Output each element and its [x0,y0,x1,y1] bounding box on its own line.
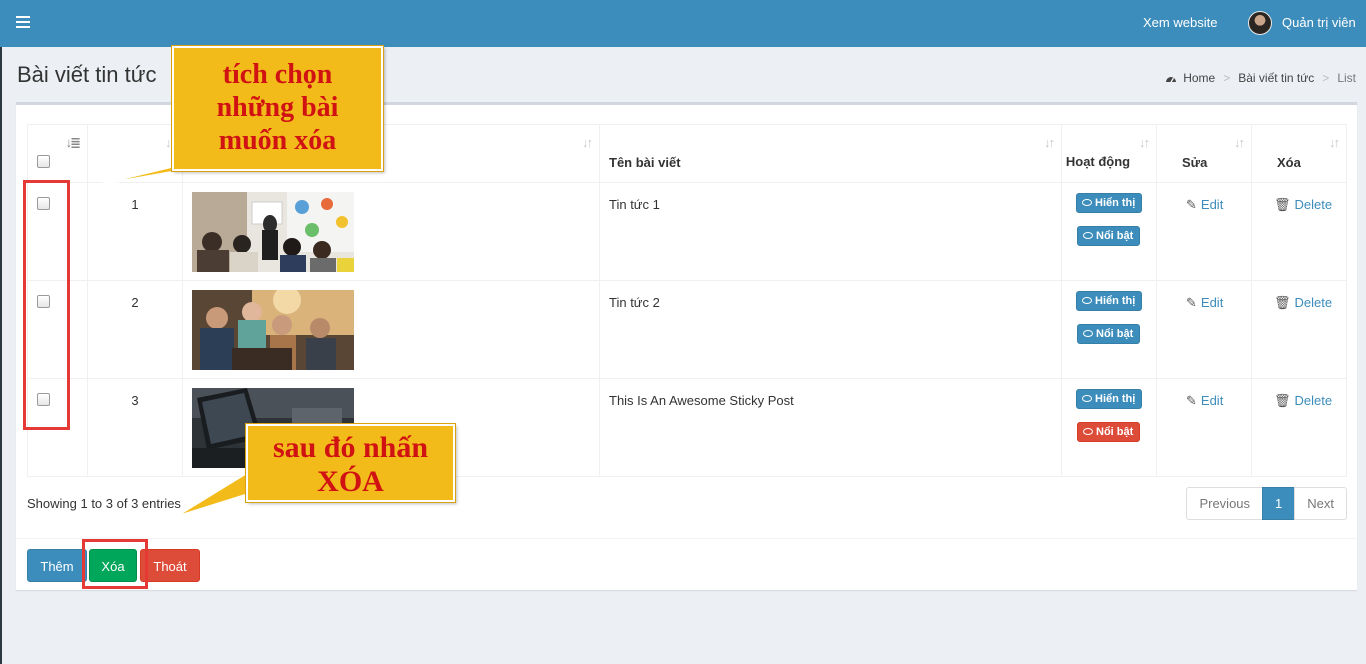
trash-icon: 🗑 [1274,295,1291,310]
pencil-icon: ✎ [1186,197,1197,212]
row-delete-cell: 🗑 Delete [1251,378,1347,477]
featured-toggle-button[interactable]: Nổi bật [1077,324,1141,344]
row-number: 1 [131,197,139,212]
pagination: Previous 1 Next [1186,487,1347,520]
row-edit-cell: ✎ Edit [1156,280,1252,379]
news-table: ↓≣ ↓↑ ↓↑ Tên bài viết ↓↑ Hoạt động ↓↑ Sử… [27,124,1347,477]
table-row: 3 This Is An Awesome Sticky Post Hiển th… [27,378,1347,477]
breadcrumb-separator: > [1322,71,1330,85]
delete-link[interactable]: 🗑 Delete [1274,393,1332,409]
edit-link[interactable]: ✎ Edit [1186,197,1223,213]
title-column-label: Tên bài viết [609,155,681,170]
row-number-cell: 2 [87,280,183,379]
row-delete-cell: 🗑 Delete [1251,280,1347,379]
row-title-cell: This Is An Awesome Sticky Post [599,378,1062,477]
edit-link[interactable]: ✎ Edit [1186,295,1223,311]
delete-link[interactable]: 🗑 Delete [1274,197,1332,213]
breadcrumb-section[interactable]: Bài viết tin tức [1238,71,1314,85]
eye-icon [1083,232,1093,239]
page-1-button[interactable]: 1 [1262,487,1296,520]
delete-instruction-callout: sau đó nhấn XÓA [245,423,456,503]
eye-icon [1083,330,1093,337]
trash-icon: 🗑 [1274,393,1291,408]
select-all-header: ↓≣ [27,124,88,183]
row-title-cell: Tin tức 1 [599,182,1062,281]
row-number: 3 [131,393,139,408]
featured-toggle-button[interactable]: Nổi bật [1077,422,1141,442]
eye-icon [1082,297,1092,304]
select-instruction-callout: tích chọn những bài muốn xóa [171,45,384,172]
row-number-cell: 3 [87,378,183,477]
breadcrumb-home[interactable]: Home [1183,71,1215,85]
previous-page-button[interactable]: Previous [1186,487,1264,520]
news-title: Tin tức 2 [609,295,660,310]
box-footer-divider [16,538,1357,539]
row-status-cell: Hiển thị Nổi bật [1061,280,1157,379]
row-edit-cell: ✎ Edit [1156,182,1252,281]
breadcrumb-current: List [1337,71,1356,85]
row-edit-cell: ✎ Edit [1156,378,1252,477]
news-thumbnail-image[interactable] [192,290,354,370]
table-info: Showing 1 to 3 of 3 entries [27,496,181,511]
delete-link[interactable]: 🗑 Delete [1274,295,1332,311]
show-toggle-button[interactable]: Hiển thị [1076,291,1143,311]
news-thumbnail-image[interactable] [192,192,354,272]
sort-icon[interactable]: ↓↑ [582,135,593,150]
row-image-cell [182,182,600,281]
status-column-label: Hoạt động [1065,154,1131,169]
next-page-button[interactable]: Next [1294,487,1347,520]
eye-icon [1083,428,1093,435]
delete-column-label: Xóa [1277,155,1301,170]
sort-icon[interactable]: ↓↑ [1234,135,1245,150]
row-delete-cell: 🗑 Delete [1251,182,1347,281]
user-avatar[interactable] [1248,11,1272,35]
pencil-icon: ✎ [1186,295,1197,310]
edit-column-header[interactable]: Sửa ↓↑ [1156,124,1252,183]
trash-icon: 🗑 [1274,197,1291,212]
row-number-cell: 1 [87,182,183,281]
sort-icon[interactable]: ↓↑ [1044,135,1055,150]
sort-icon[interactable]: ↓↑ [1329,135,1340,150]
top-navbar: Xem website Quản trị viên [0,0,1366,47]
featured-toggle-button[interactable]: Nổi bật [1077,226,1141,246]
dashboard-icon [1166,77,1177,83]
eye-icon [1082,199,1092,206]
eye-icon [1082,395,1092,402]
hamburger-menu-icon[interactable] [16,16,30,28]
news-title: Tin tức 1 [609,197,660,212]
add-button[interactable]: Thêm [27,549,87,582]
table-row: 1 Tin tức 1 Hiển thị Nổi bật ✎ Edit 🗑 De… [27,182,1347,281]
pencil-icon: ✎ [1186,393,1197,408]
show-toggle-button[interactable]: Hiển thị [1076,193,1143,213]
show-toggle-button[interactable]: Hiển thị [1076,389,1143,409]
breadcrumb: Home > Bài viết tin tức > List [1165,71,1356,85]
breadcrumb-separator: > [1223,71,1231,85]
news-title: This Is An Awesome Sticky Post [609,393,794,408]
exit-button[interactable]: Thoát [140,549,200,582]
news-list-box: ↓≣ ↓↑ ↓↑ Tên bài viết ↓↑ Hoạt động ↓↑ Sử… [16,102,1357,590]
view-website-link[interactable]: Xem website [1143,15,1217,30]
row-status-cell: Hiển thị Nổi bật [1061,378,1157,477]
checkbox-highlight-box [23,180,70,430]
admin-user-menu[interactable]: Quản trị viên [1282,15,1356,30]
row-status-cell: Hiển thị Nổi bật [1061,182,1157,281]
sidebar-edge [0,47,2,664]
row-number: 2 [131,295,139,310]
status-column-header[interactable]: Hoạt động ↓↑ [1061,124,1157,183]
edit-link[interactable]: ✎ Edit [1186,393,1223,409]
row-image-cell [182,280,600,379]
delete-button-highlight-box [82,539,148,589]
delete-column-header[interactable]: Xóa ↓↑ [1251,124,1347,183]
page-title: Bài viết tin tức [17,62,157,87]
edit-column-label: Sửa [1182,155,1208,170]
sort-icon[interactable]: ↓↑ [1139,135,1150,150]
table-row: 2 Tin tức 2 Hiển thị Nổi bật ✎ Edit 🗑 De… [27,280,1347,379]
number-column-header[interactable]: ↓↑ [87,124,183,183]
row-title-cell: Tin tức 2 [599,280,1062,379]
sort-asc-icon[interactable]: ↓≣ [66,135,81,151]
title-column-header[interactable]: Tên bài viết ↓↑ [599,124,1062,183]
select-all-checkbox[interactable] [37,155,50,168]
